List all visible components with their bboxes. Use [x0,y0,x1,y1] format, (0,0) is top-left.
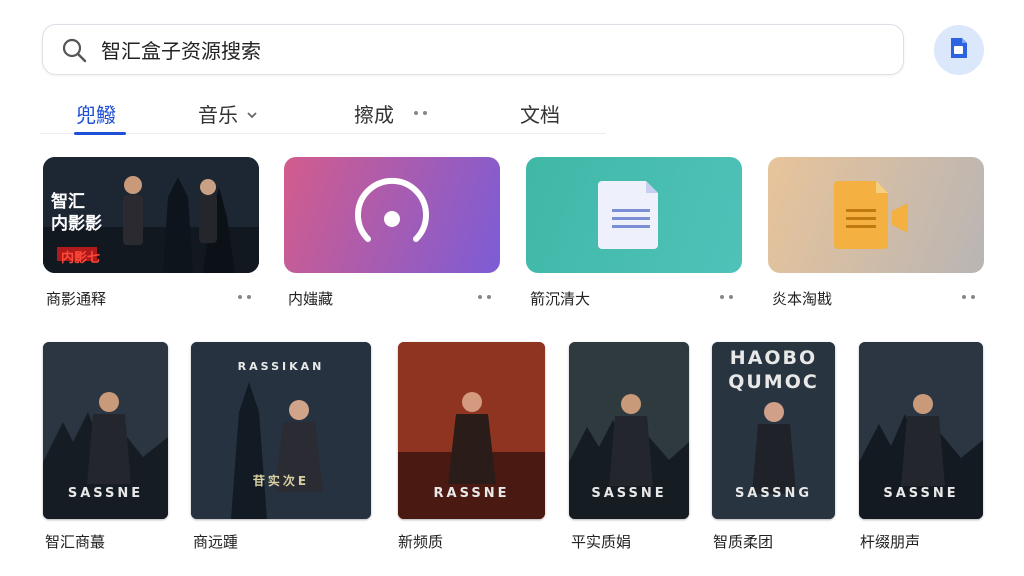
category-tabs: 兜鱍 音乐 擦成 文档 [40,92,606,135]
more-options-icon[interactable] [962,295,975,299]
poster-card[interactable]: RASSIKAN 苷实次E [191,342,371,519]
tab-label: 兜鱍 [76,102,116,127]
tab-documents[interactable]: 文档 [520,98,560,128]
search-input[interactable] [101,37,801,62]
category-card-docs[interactable] [526,157,742,273]
poster-label: 商远踵 [193,533,239,551]
poster-label: 平实质娟 [571,533,632,551]
more-options-icon[interactable] [478,295,491,299]
category-card-movies[interactable]: 智汇 内影影 内影七 [43,157,259,273]
video-file-icon [834,181,908,249]
card-poster-red-text: 内影七 [61,251,101,266]
more-dots-icon [414,111,427,115]
poster-card[interactable]: RASSNE [398,342,545,519]
more-options-icon[interactable] [720,295,733,299]
chevron-down-icon [246,101,258,125]
card-label-movies: 商影通释 [46,290,107,308]
poster-title-top: RASSIKAN [237,360,325,373]
poster-label: 新频质 [398,533,444,551]
document-icon [598,181,658,249]
tab-more[interactable]: 擦成 [354,98,427,128]
tab-music[interactable]: 音乐 [198,98,258,128]
poster-title-bottom: SASSNG [734,486,813,501]
poster-card[interactable]: SASSNE [569,342,689,519]
search-icon [61,37,87,63]
active-tab-indicator [74,132,126,135]
poster-label: 智质柔团 [713,533,774,551]
card-poster-text: 智汇 内影影 [51,192,102,234]
poster-title-bottom: RASSNE [433,486,510,501]
tab-label: 擦成 [354,102,394,127]
tab-label: 音乐 [198,102,238,127]
poster-card[interactable]: SASSNE [43,342,168,519]
profile-button[interactable] [934,25,984,75]
poster-card[interactable]: HAOBO QUMOC SASSNG [712,342,835,519]
poster-label: 智汇商蕞 [45,533,106,551]
poster-title-top: HAOBO QUMOC [728,347,819,393]
card-label-music: 内媸藏 [288,290,334,308]
category-card-music[interactable] [284,157,500,273]
search-bar[interactable] [42,24,904,75]
poster-title-bottom: SASSNE [67,486,144,501]
music-disc-icon [355,178,429,242]
poster-title-bottom: 苷实次E [252,474,310,488]
poster-card[interactable]: SASSNE [859,342,983,519]
tab-label: 文档 [520,102,560,127]
poster-title-bottom: SASSNE [883,486,959,501]
document-app-icon [946,35,972,65]
tab-video[interactable]: 兜鱍 [76,98,116,128]
card-label-video-files: 炎本淘戡 [772,290,833,308]
more-options-icon[interactable] [238,295,251,299]
card-label-docs: 箭沉清大 [530,290,591,308]
poster-title-bottom: SASSNE [591,486,667,501]
category-card-video-files[interactable] [768,157,984,273]
poster-label: 杆缀朋声 [860,533,921,551]
